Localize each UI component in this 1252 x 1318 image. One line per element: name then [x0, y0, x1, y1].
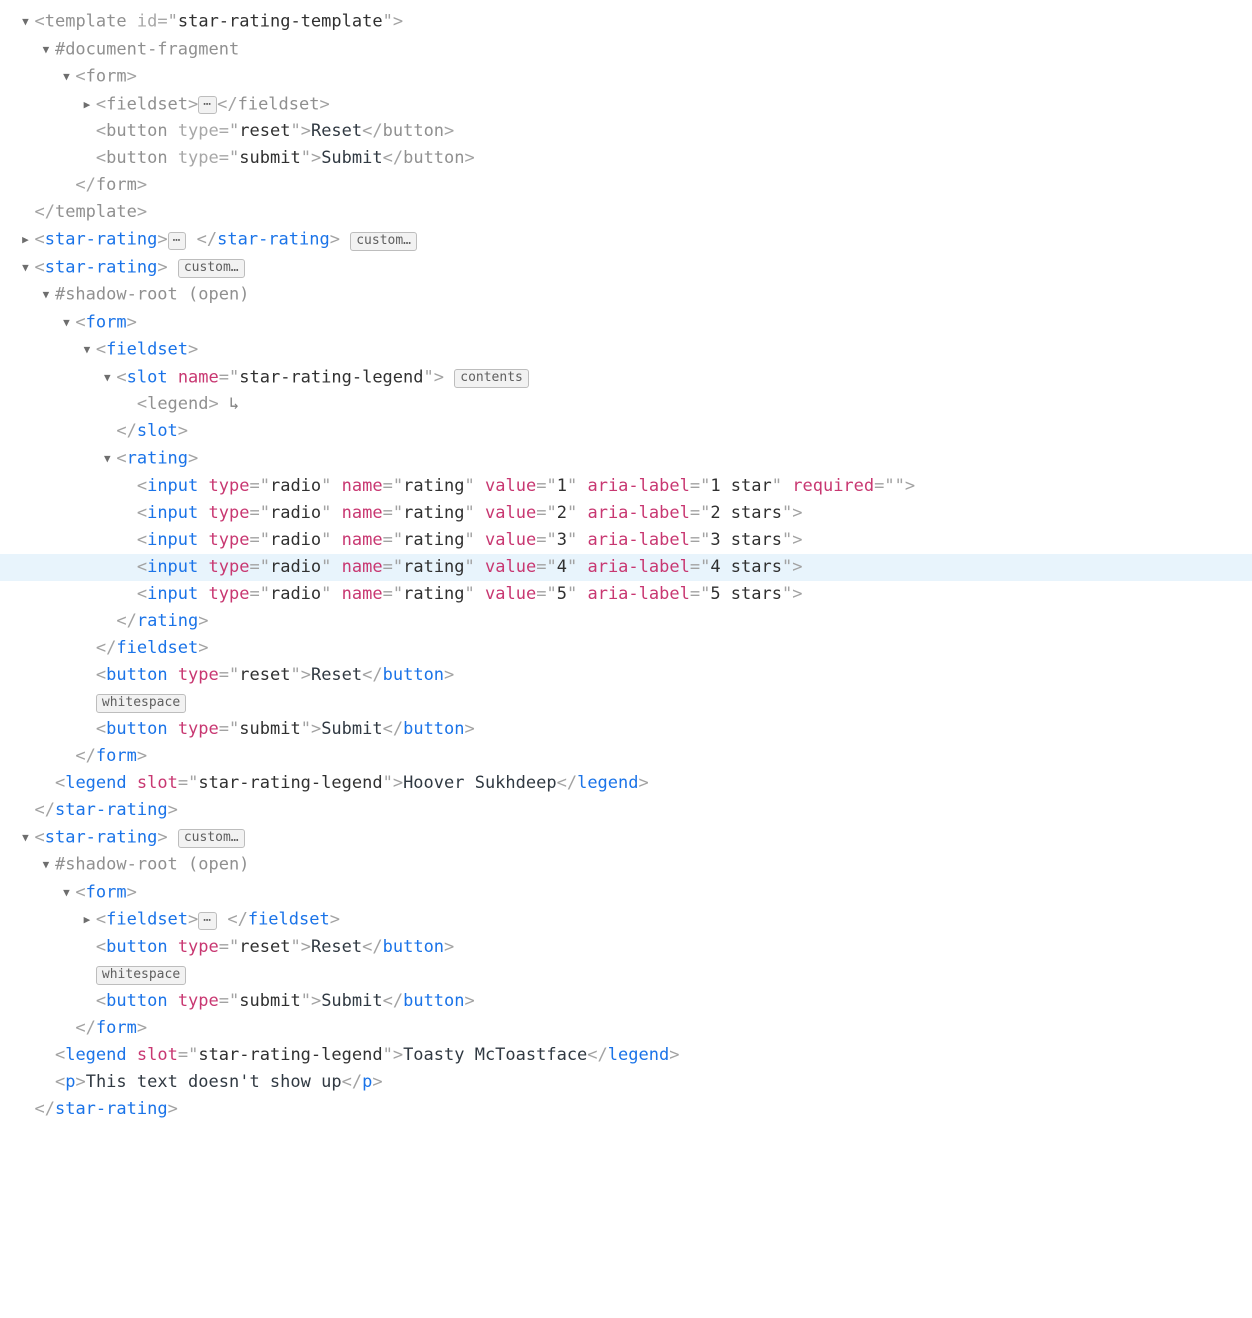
form-close[interactable]: </form> — [0, 172, 1252, 199]
ellipsis-badge[interactable]: ⋯ — [198, 96, 217, 114]
fieldset-collapsed[interactable]: ▶<fieldset>⋯ </fieldset> — [0, 906, 1252, 934]
input-radio[interactable]: <input type="radio" name="rating" value=… — [0, 500, 1252, 527]
shadow-root[interactable]: ▼#shadow-root (open) — [0, 281, 1252, 309]
disclosure-triangle[interactable]: ▼ — [61, 309, 71, 336]
form-close[interactable]: </form> — [0, 1015, 1252, 1042]
whitespace-badge[interactable]: whitespace — [96, 694, 186, 713]
star-rating-close[interactable]: </star-rating> — [0, 797, 1252, 824]
disclosure-triangle[interactable]: ▼ — [102, 364, 112, 391]
disclosure-triangle[interactable]: ▼ — [102, 445, 112, 472]
legend[interactable]: <legend slot="star-rating-legend">Toasty… — [0, 1042, 1252, 1069]
fieldset-close[interactable]: </fieldset> — [0, 635, 1252, 662]
button-submit[interactable]: <button type="submit">Submit</button> — [0, 716, 1252, 743]
rating-open[interactable]: ▼<rating> — [0, 445, 1252, 473]
template-close[interactable]: </template> — [0, 199, 1252, 226]
p-text[interactable]: <p>This text doesn't show up</p> — [0, 1069, 1252, 1096]
input-radio[interactable]: <input type="radio" name="rating" value=… — [0, 473, 1252, 500]
disclosure-triangle[interactable]: ▼ — [20, 8, 30, 35]
form-open[interactable]: ▼<form> — [0, 309, 1252, 337]
star-rating-open[interactable]: ▼<star-rating> custom… — [0, 254, 1252, 282]
whitespace[interactable]: whitespace — [0, 689, 1252, 716]
legend[interactable]: <legend slot="star-rating-legend">Hoover… — [0, 770, 1252, 797]
slot-close[interactable]: </slot> — [0, 418, 1252, 445]
rating-close[interactable]: </rating> — [0, 608, 1252, 635]
dom-tree: ▼<template id="star-rating-template"> ▼#… — [0, 8, 1252, 1123]
ellipsis-badge[interactable]: ⋯ — [198, 912, 217, 930]
disclosure-triangle[interactable]: ▶ — [82, 906, 92, 933]
disclosure-triangle[interactable]: ▼ — [20, 824, 30, 851]
custom-badge[interactable]: custom… — [178, 259, 245, 278]
input-radio[interactable]: <input type="radio" name="rating" value=… — [0, 527, 1252, 554]
disclosure-triangle[interactable]: ▼ — [41, 851, 51, 878]
disclosure-triangle[interactable]: ▶ — [82, 91, 92, 118]
ellipsis-badge[interactable]: ⋯ — [168, 232, 187, 250]
disclosure-triangle[interactable]: ▼ — [41, 281, 51, 308]
star-rating-collapsed[interactable]: ▶<star-rating>⋯ </star-rating> custom… — [0, 226, 1252, 254]
disclosure-triangle[interactable]: ▶ — [20, 226, 30, 253]
disclosure-triangle[interactable]: ▼ — [61, 63, 71, 90]
whitespace[interactable]: whitespace — [0, 961, 1252, 988]
button-reset[interactable]: <button type="reset">Reset</button> — [0, 118, 1252, 145]
disclosure-triangle[interactable]: ▼ — [61, 879, 71, 906]
contents-badge[interactable]: contents — [454, 369, 529, 388]
disclosure-triangle[interactable]: ▼ — [20, 254, 30, 281]
form-close[interactable]: </form> — [0, 743, 1252, 770]
button-submit[interactable]: <button type="submit">Submit</button> — [0, 145, 1252, 172]
custom-badge[interactable]: custom… — [178, 829, 245, 848]
slot-open[interactable]: ▼<slot name="star-rating-legend"> conten… — [0, 364, 1252, 392]
button-reset[interactable]: <button type="reset">Reset</button> — [0, 934, 1252, 961]
button-submit[interactable]: <button type="submit">Submit</button> — [0, 988, 1252, 1015]
whitespace-badge[interactable]: whitespace — [96, 966, 186, 985]
input-radio[interactable]: <input type="radio" name="rating" value=… — [0, 581, 1252, 608]
form-open[interactable]: ▼<form> — [0, 63, 1252, 91]
custom-badge[interactable]: custom… — [350, 232, 417, 251]
star-rating-open[interactable]: ▼<star-rating> custom… — [0, 824, 1252, 852]
disclosure-triangle[interactable]: ▼ — [41, 36, 51, 63]
disclosure-triangle[interactable]: ▼ — [82, 336, 92, 363]
form-open[interactable]: ▼<form> — [0, 879, 1252, 907]
star-rating-close[interactable]: </star-rating> — [0, 1096, 1252, 1123]
input-radio[interactable]: <input type="radio" name="rating" value=… — [0, 554, 1252, 581]
document-fragment[interactable]: ▼#document-fragment — [0, 36, 1252, 64]
fieldset-collapsed[interactable]: ▶<fieldset>⋯</fieldset> — [0, 91, 1252, 119]
legend-ref[interactable]: <legend> ↳ — [0, 391, 1252, 418]
fieldset-open[interactable]: ▼<fieldset> — [0, 336, 1252, 364]
shadow-root[interactable]: ▼#shadow-root (open) — [0, 851, 1252, 879]
button-reset[interactable]: <button type="reset">Reset</button> — [0, 662, 1252, 689]
template-open[interactable]: ▼<template id="star-rating-template"> — [0, 8, 1252, 36]
